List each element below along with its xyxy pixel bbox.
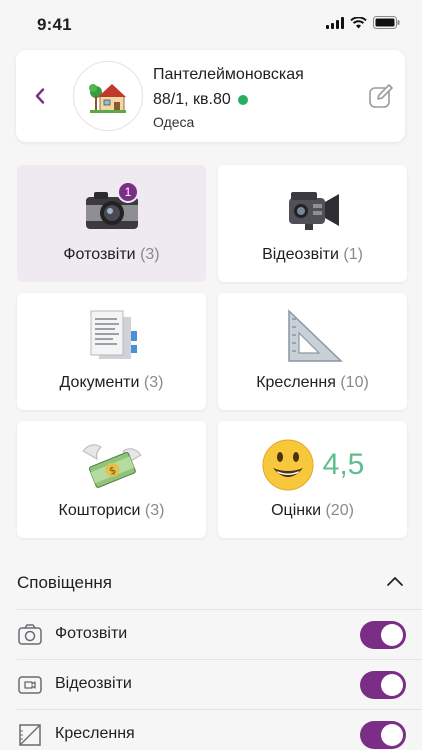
back-button[interactable] [28,80,52,112]
notification-row-photo: Фотозвіти [17,609,422,659]
tile-ratings[interactable]: 4,5 Оцінки (20) [218,421,407,538]
tile-photo-reports[interactable]: 1 Фотозвіти (3) [17,165,206,282]
house-avatar [73,61,143,131]
notification-label: Креслення [55,725,135,742]
drawings-notifications-toggle[interactable] [360,721,406,749]
tile-drawings[interactable]: Креслення (10) [218,293,407,410]
status-bar: 9:41 [0,0,422,48]
notification-label: Фотозвіти [55,625,128,642]
tile-documents[interactable]: Документи (3) [17,293,206,410]
signal-icon [326,16,344,29]
chevron-left-icon [35,88,45,104]
triangle-ruler-icon [218,308,407,366]
address-house-line: 88/1, кв.80 [153,91,248,109]
smiley-icon [262,439,314,491]
toggle-knob [381,724,403,746]
chevron-up-icon[interactable] [386,575,404,587]
tile-label: Відеозвіти (1) [262,246,363,263]
notification-label: Відеозвіти [55,675,132,692]
documents-icon [17,308,206,366]
tile-label: Креслення (10) [256,374,369,391]
video-notifications-toggle[interactable] [360,671,406,699]
address-city: Одеса [153,114,195,130]
unread-badge: 1 [117,181,139,203]
tile-label: Оцінки (20) [271,502,354,519]
rating-value: 4,5 [322,448,365,481]
status-time: 9:41 [37,15,72,34]
object-header-card: Пантелеймоновская 88/1, кв.80 Одеса [16,50,405,142]
notification-row-video: Відеозвіти [17,659,422,709]
tile-label: Документи (3) [59,374,164,391]
notifications-header[interactable]: Сповіщення [17,573,406,601]
video-outline-icon [18,676,42,694]
drawing-outline-icon [19,724,41,746]
rating-row: 4,5 [218,436,407,494]
address-house: 88/1, кв.80 [153,91,231,108]
toggle-knob [381,624,403,646]
tile-label: Кошториси (3) [58,502,165,519]
status-icons [326,16,400,29]
wifi-icon [350,16,367,28]
photo-notifications-toggle[interactable] [360,621,406,649]
notification-row-drawings: Креслення [17,709,422,750]
camera-icon [17,180,206,238]
video-camera-icon [218,180,407,238]
online-status-dot [237,95,248,105]
toggle-knob [381,674,403,696]
camera-outline-icon [18,624,42,645]
edit-icon[interactable] [368,83,394,109]
tile-video-reports[interactable]: Відеозвіти (1) [218,165,407,282]
house-icon [89,84,126,113]
battery-icon [373,16,400,29]
address-street: Пантелеймоновская [153,66,304,83]
money-with-wings-icon: $ [17,436,206,494]
notifications-title: Сповіщення [17,573,112,592]
tile-estimates[interactable]: $ Кошториси (3) [17,421,206,538]
tile-label: Фотозвіти (3) [63,246,160,263]
